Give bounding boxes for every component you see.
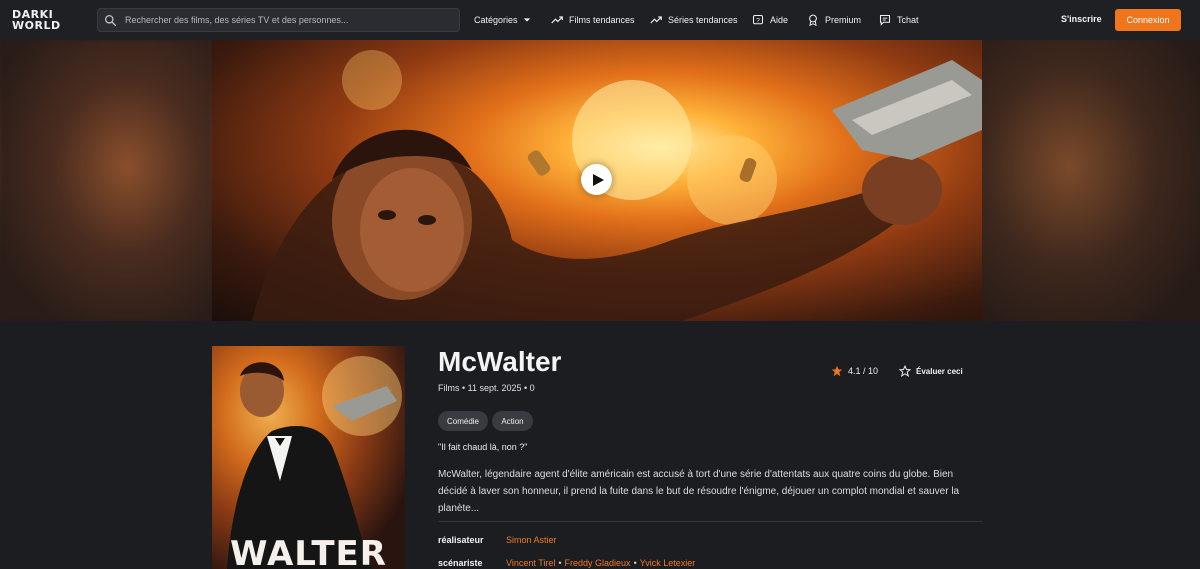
chevron-down-icon	[523, 18, 530, 22]
credit-writers: Vincent Tirel • Freddy Gladieux • Yvick Lete…	[506, 558, 696, 568]
section-divider	[438, 521, 982, 522]
top-navigation: DARKI WORLD Catégories Films tendances S…	[0, 0, 1200, 40]
nav-chat-label: Tchat	[897, 15, 919, 25]
movie-overview: McWalter, légendaire agent d'élite améri…	[438, 469, 960, 514]
nav-help[interactable]: ? Aide	[752, 0, 788, 40]
nav-premium-label: Premium	[825, 15, 862, 25]
svg-text:?: ?	[756, 17, 760, 24]
trending-icon	[551, 16, 563, 24]
rate-this-button[interactable]: Évaluer ceci	[899, 365, 963, 377]
nav-trending-series-label: Séries tendances	[668, 15, 738, 25]
nav-categories-label: Catégories	[474, 15, 518, 25]
movie-poster: WALTER	[212, 346, 405, 569]
badge-icon	[809, 14, 817, 26]
hero-blur-left	[0, 40, 212, 321]
movie-tagline: "Il fait chaud là, non ?"	[438, 442, 528, 452]
star-icon	[831, 365, 843, 377]
credit-director: Simon Astier	[506, 535, 557, 545]
credit-label-writer: scénariste	[438, 558, 483, 568]
nav-premium[interactable]: Premium	[807, 0, 861, 40]
search-input[interactable]	[125, 15, 445, 25]
hero-blur-right	[982, 40, 1200, 321]
movie-title: McWalter	[438, 346, 562, 377]
logo-line-2: WORLD	[12, 19, 61, 32]
genre-chip[interactable]: Comédie	[438, 411, 488, 431]
star-outline-icon	[899, 365, 911, 377]
nav-trending-movies-label: Films tendances	[569, 15, 635, 25]
rating-value: 4.1 / 10	[848, 366, 879, 376]
genre-chip[interactable]: Action	[492, 411, 533, 431]
person-link[interactable]: Simon Astier	[506, 535, 557, 545]
nav-help-label: Aide	[770, 15, 789, 25]
hero-banner	[0, 40, 1200, 321]
search-icon	[104, 14, 117, 26]
site-logo[interactable]: DARKI WORLD	[12, 9, 76, 31]
nav-trending-series[interactable]: Séries tendances	[650, 0, 738, 40]
rate-this-label: Évaluer ceci	[916, 366, 963, 376]
chat-icon	[879, 14, 891, 26]
signup-link[interactable]: S'inscrire	[1061, 14, 1102, 24]
person-link[interactable]: Freddy Gladieux	[565, 558, 631, 568]
person-link[interactable]: Vincent Tirel	[506, 558, 555, 568]
nav-trending-movies[interactable]: Films tendances	[551, 0, 635, 40]
trending-icon	[650, 16, 662, 24]
help-icon: ?	[752, 14, 764, 25]
nav-categories[interactable]: Catégories	[474, 0, 531, 40]
play-icon	[592, 173, 604, 186]
person-link[interactable]: Yvick Letexier	[640, 558, 696, 568]
nav-chat[interactable]: Tchat	[879, 0, 919, 40]
play-trailer-button[interactable]	[581, 164, 612, 195]
credit-label-director: réalisateur	[438, 535, 484, 545]
movie-rating: 4.1 / 10	[831, 365, 878, 377]
movie-meta: Films • 11 sept. 2025 • 0	[438, 383, 535, 393]
poster-title: WALTER	[230, 534, 387, 569]
search-bar[interactable]	[97, 8, 460, 32]
login-button[interactable]: Connexion	[1115, 9, 1181, 31]
